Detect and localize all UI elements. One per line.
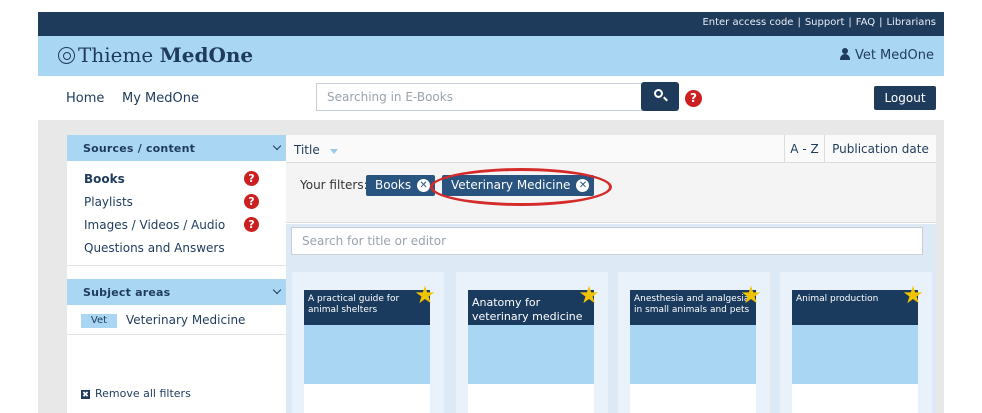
book-card[interactable]: Anesthesia and analgesia in small animal…: [618, 272, 770, 413]
chevron-down-icon: [272, 285, 282, 295]
main-nav: Home My MedOne ? Logout: [38, 76, 944, 120]
sources-content-title: Sources / content: [83, 142, 196, 155]
sidebar-item-questions-answers[interactable]: Questions and Answers: [67, 236, 286, 259]
remove-icon: ✖: [81, 390, 90, 399]
search-help-icon[interactable]: ?: [685, 90, 702, 107]
logout-button[interactable]: Logout: [874, 86, 936, 110]
sort-bar: Title A - Z Publication date: [286, 135, 936, 163]
sidebar-item-label: Images / Videos / Audio: [84, 218, 226, 232]
sort-title-dropdown[interactable]: Title: [294, 143, 320, 157]
sidebar-item-label: Questions and Answers: [84, 241, 225, 255]
filters-label: Your filters:: [300, 178, 368, 192]
help-icon[interactable]: ?: [244, 194, 259, 209]
user-account[interactable]: Vet MedOne: [839, 48, 934, 63]
ebook-search-input[interactable]: [316, 83, 642, 111]
book-cover[interactable]: A practical guide for animal shelters: [304, 290, 430, 413]
results-panel: Title A - Z Publication date Your filter…: [286, 135, 936, 413]
separator: |: [848, 17, 852, 28]
sort-a-z-button[interactable]: A - Z: [784, 135, 824, 163]
sidebar-item-label: Playlists: [84, 195, 133, 209]
book-card[interactable]: Anatomy for veterinary medicine ★: [456, 272, 608, 413]
remove-all-filters-link[interactable]: ✖ Remove all filters: [81, 387, 191, 400]
divider: [67, 265, 286, 279]
separator: |: [797, 17, 801, 28]
brand-bar: Thieme MedOne Vet MedOne: [38, 36, 944, 76]
caret-down-icon[interactable]: [330, 149, 338, 154]
cover-color-band: [630, 325, 756, 384]
filter-chip-label: Books: [375, 178, 412, 192]
subject-areas-title: Subject areas: [83, 286, 171, 299]
book-cover[interactable]: Animal production: [792, 290, 918, 413]
support-link[interactable]: Support: [805, 17, 845, 28]
favorite-star-icon[interactable]: ★: [412, 282, 438, 308]
favorite-star-icon[interactable]: ★: [576, 282, 602, 308]
sidebar-item-images-videos-audio[interactable]: Images / Videos / Audio ?: [67, 213, 286, 236]
nav-my-medone-link[interactable]: My MedOne: [122, 91, 199, 106]
thieme-seal-icon: [58, 47, 75, 64]
sidebar-item-playlists[interactable]: Playlists ?: [67, 190, 286, 213]
separator: |: [879, 17, 883, 28]
access-code-link[interactable]: Enter access code: [702, 17, 793, 28]
subject-areas-header[interactable]: Subject areas: [67, 279, 286, 305]
book-cover[interactable]: Anesthesia and analgesia in small animal…: [630, 290, 756, 413]
remove-filter-icon[interactable]: ✕: [417, 179, 431, 192]
red-highlight-ellipse: [430, 168, 612, 206]
active-filters-bar: Your filters: Books ✕ Veterinary Medicin…: [286, 163, 936, 223]
vet-badge: Vet: [81, 314, 117, 328]
filter-chip-books[interactable]: Books ✕: [366, 175, 436, 196]
sources-content-header[interactable]: Sources / content: [67, 135, 286, 161]
remove-all-label: Remove all filters: [95, 387, 191, 400]
person-icon: [839, 48, 850, 60]
faq-link[interactable]: FAQ: [856, 17, 875, 28]
logo-text-regular: Thieme: [78, 43, 160, 67]
help-icon[interactable]: ?: [244, 171, 259, 186]
cover-color-band: [304, 325, 430, 384]
cover-color-band: [792, 325, 918, 384]
user-label: Vet MedOne: [854, 48, 934, 63]
nav-home-link[interactable]: Home: [66, 91, 104, 106]
thieme-medone-logo[interactable]: Thieme MedOne: [58, 43, 253, 67]
sidebar: Sources / content Books ? Playlists ? Im…: [67, 135, 286, 413]
utility-links: Enter access code | Support | FAQ | Librarians: [702, 17, 936, 28]
sidebar-item-books[interactable]: Books ?: [67, 167, 286, 190]
help-icon[interactable]: ?: [244, 217, 259, 232]
title-editor-search-input[interactable]: [291, 227, 923, 255]
librarians-link[interactable]: Librarians: [886, 17, 936, 28]
favorite-star-icon[interactable]: ★: [900, 282, 926, 308]
book-card[interactable]: Animal production ★: [780, 272, 932, 413]
logo-text-bold: MedOne: [159, 43, 254, 67]
cover-color-band: [468, 325, 594, 384]
search-icon: [654, 89, 663, 98]
content-area: Sources / content Books ? Playlists ? Im…: [38, 120, 944, 413]
subject-item-veterinary-medicine[interactable]: Vet Veterinary Medicine: [67, 305, 286, 335]
search-button[interactable]: [641, 82, 679, 111]
book-results-area: A practical guide for animal shelters ★ …: [286, 224, 936, 413]
sort-publication-date-button[interactable]: Publication date: [824, 135, 936, 163]
book-card[interactable]: A practical guide for animal shelters ★: [292, 272, 444, 413]
top-utility-bar: Enter access code | Support | FAQ | Librarians: [38, 12, 944, 36]
chevron-down-icon: [272, 141, 282, 151]
sidebar-item-label: Books: [84, 172, 125, 186]
book-cover[interactable]: Anatomy for veterinary medicine: [468, 290, 594, 413]
favorite-star-icon[interactable]: ★: [738, 282, 764, 308]
subject-label: Veterinary Medicine: [126, 313, 246, 327]
